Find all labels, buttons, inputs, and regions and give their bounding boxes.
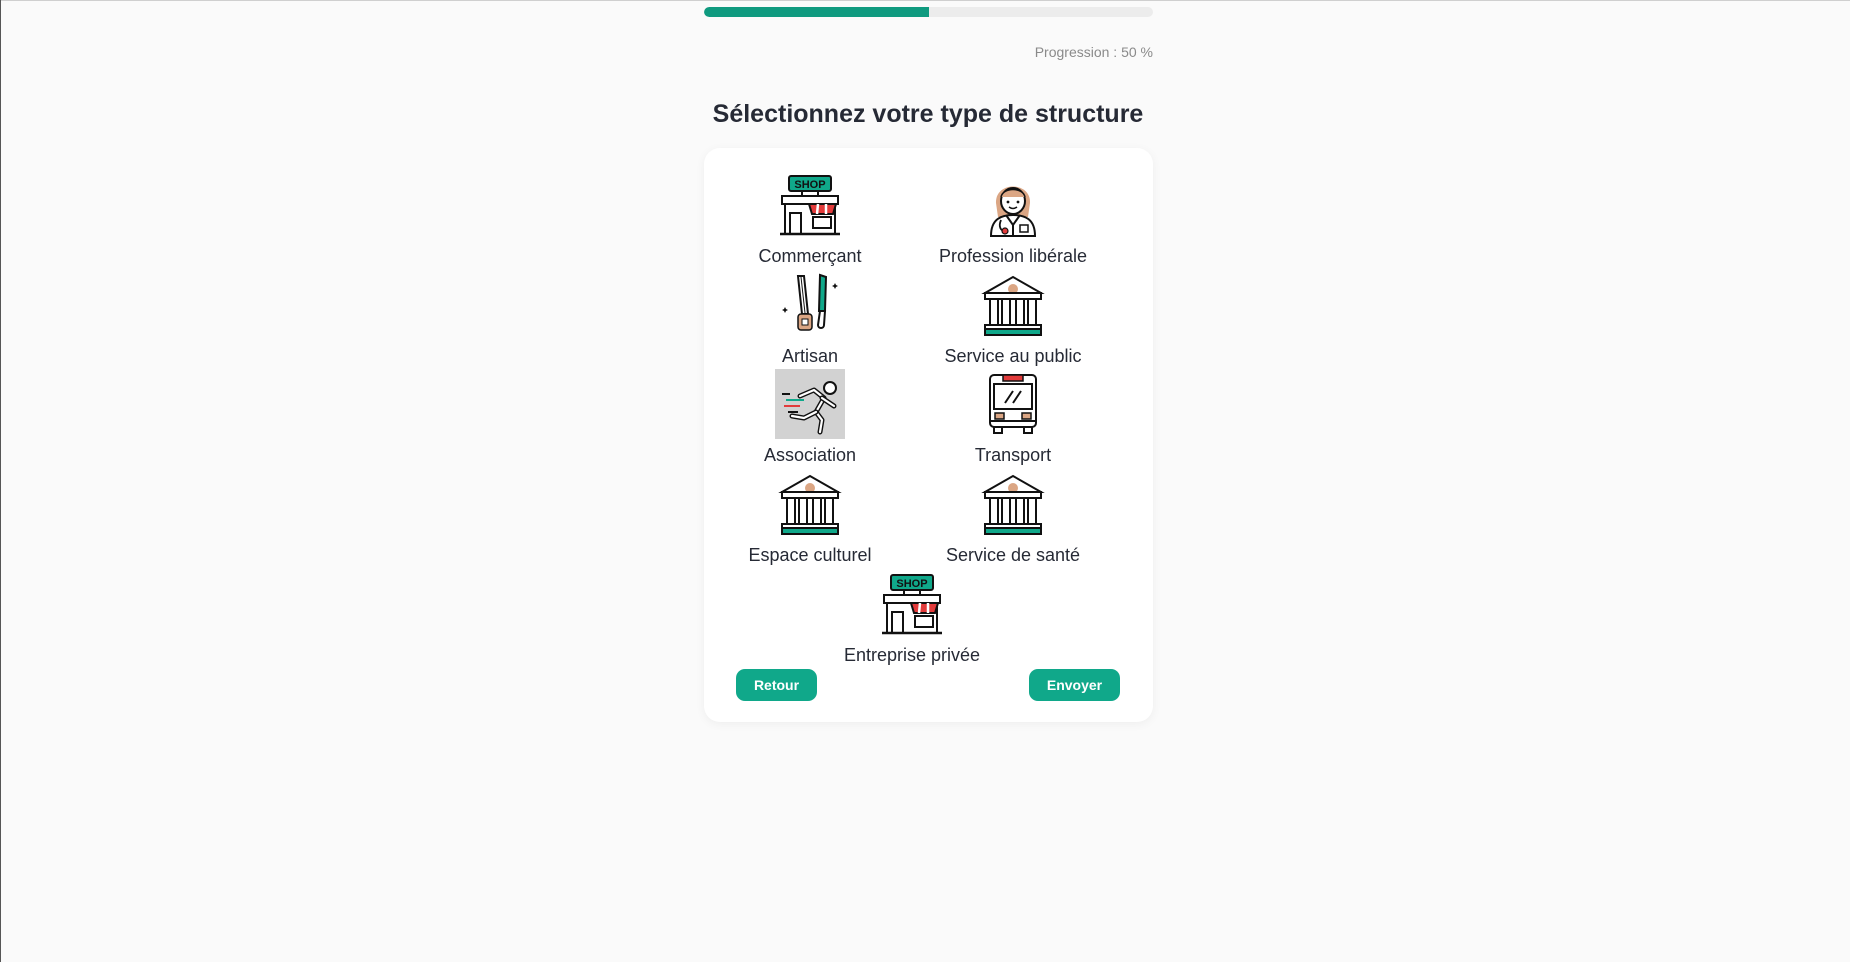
- option-commercant[interactable]: SHOP Commerçant: [715, 170, 905, 266]
- option-association[interactable]: Association: [715, 369, 905, 465]
- top-border: [0, 0, 1850, 1]
- shop-sign-text: SHOP: [794, 179, 825, 191]
- option-label: Service de santé: [945, 545, 1081, 565]
- option-label: Profession libérale: [938, 246, 1088, 266]
- option-label: Association: [763, 445, 857, 465]
- public-building-icon: [775, 469, 845, 539]
- public-building-icon: [978, 270, 1048, 340]
- option-label: Service au public: [944, 346, 1082, 366]
- page-title: Sélectionnez votre type de structure: [712, 100, 1144, 128]
- saw-icon: [775, 270, 845, 340]
- progress-bar: [704, 7, 1153, 17]
- doctor-icon: [978, 170, 1048, 240]
- option-artisan[interactable]: Artisan: [715, 270, 905, 366]
- back-button[interactable]: Retour: [736, 669, 817, 701]
- option-transport[interactable]: Transport: [918, 369, 1108, 465]
- option-label: Entreprise privée: [843, 645, 981, 665]
- option-label: Transport: [974, 445, 1052, 465]
- shop-sign-text: SHOP: [896, 578, 927, 590]
- option-profession-liberale[interactable]: Profession libérale: [918, 170, 1108, 266]
- send-button[interactable]: Envoyer: [1029, 669, 1120, 701]
- public-building-icon: [978, 469, 1048, 539]
- left-border: [0, 0, 1, 962]
- option-label: Commerçant: [758, 246, 862, 266]
- option-service-de-sante[interactable]: Service de santé: [918, 469, 1108, 565]
- progress-bar-fill: [704, 7, 929, 17]
- shop-icon: SHOP: [775, 170, 845, 240]
- shop-icon: SHOP: [877, 569, 947, 639]
- option-espace-culturel[interactable]: Espace culturel: [715, 469, 905, 565]
- runner-icon: [775, 369, 845, 439]
- structure-type-card: SHOP Commerçant Profession libérale Arti…: [704, 148, 1153, 722]
- option-service-au-public[interactable]: Service au public: [918, 270, 1108, 366]
- option-entreprise-privee[interactable]: SHOP Entreprise privée: [817, 569, 1007, 665]
- bus-icon: [978, 369, 1048, 439]
- option-label: Espace culturel: [748, 545, 872, 565]
- progress-label: Progression : 50 %: [1034, 44, 1153, 60]
- option-label: Artisan: [781, 346, 839, 366]
